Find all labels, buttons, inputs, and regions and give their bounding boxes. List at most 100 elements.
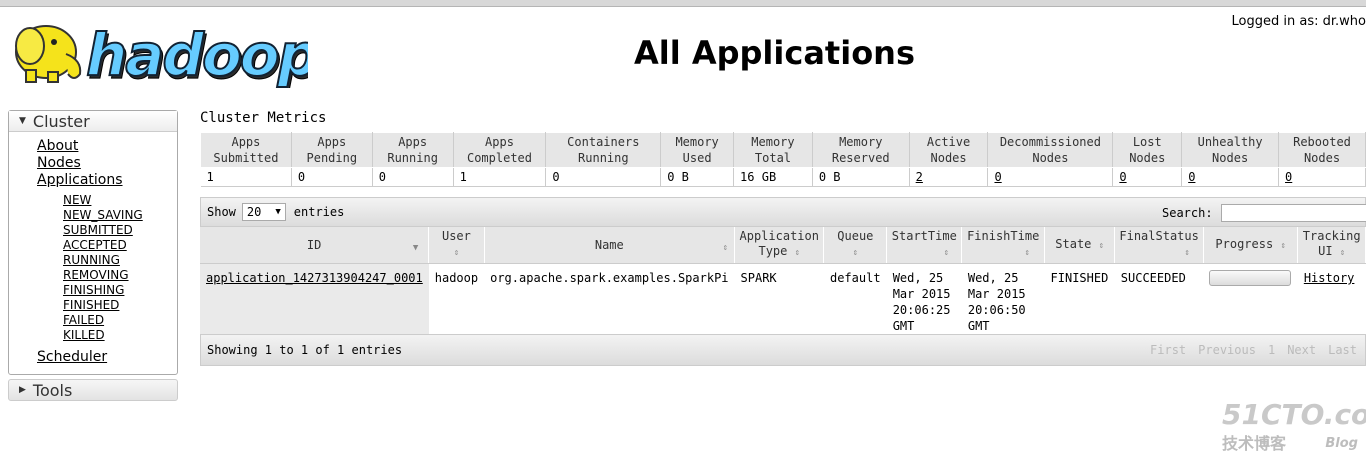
column-progress[interactable]: Progress ⇕ (1203, 227, 1299, 264)
column-finish-time[interactable]: FinishTime ⇕ (961, 227, 1046, 264)
column-application-type[interactable]: Application Type ⇕ (734, 227, 825, 264)
pagination: First Previous 1 Next Last (1150, 343, 1357, 357)
watermark: 51CTO.com 技术博客 Blog (1222, 398, 1366, 460)
cell-final-status: SUCCEEDED (1120, 271, 1186, 285)
nav-applications-link[interactable]: Applications (37, 172, 177, 189)
sort-icon: ⇕ (1024, 248, 1030, 258)
column-user[interactable]: User ⇕ (428, 227, 485, 264)
nav-scheduler-link[interactable]: Scheduler (37, 349, 177, 366)
metric-header: Memory Used (660, 132, 735, 168)
app-state-list: NEW NEW_SAVING SUBMITTED ACCEPTED RUNNIN… (37, 189, 177, 349)
watermark-blog: Blog (1325, 436, 1358, 451)
metric-memory-used: 0 B (660, 167, 735, 187)
search-input[interactable] (1220, 204, 1366, 222)
triangle-down-icon: ▼ (19, 116, 26, 126)
state-running-link[interactable]: RUNNING (63, 253, 177, 268)
entries-label: entries (293, 205, 345, 219)
dropdown-arrow-icon: ▼ (275, 207, 281, 217)
datatable-footer: Showing 1 to 1 of 1 entries First Previo… (200, 334, 1366, 366)
metric-apps-completed: 1 (453, 167, 547, 187)
sidebar: ▼ Cluster About Nodes Applications NEW N… (8, 110, 178, 401)
sort-icon: ⇕ (1184, 248, 1190, 258)
application-id-link[interactable]: application_1427313904247_0001 (206, 271, 423, 285)
nav-nodes-link[interactable]: Nodes (37, 155, 177, 172)
metric-header: Lost Nodes (1112, 132, 1183, 168)
state-failed-link[interactable]: FAILED (63, 313, 177, 328)
state-finishing-link[interactable]: FINISHING (63, 283, 177, 298)
state-accepted-link[interactable]: ACCEPTED (63, 238, 177, 253)
search-label: Search: (1162, 206, 1213, 220)
state-new-saving-link[interactable]: NEW_SAVING (63, 208, 177, 223)
pager-first-button[interactable]: First (1150, 343, 1186, 357)
unhealthy-nodes-link[interactable]: 0 (1188, 170, 1195, 184)
applications-table: ID ▼ User ⇕ Name ⇕ Application Type ⇕ Queue ⇕… (200, 227, 1366, 334)
decommissioned-nodes-link[interactable]: 0 (994, 170, 1001, 184)
cell-progress (1203, 264, 1297, 335)
cluster-menu-header[interactable]: ▼ Cluster (9, 111, 177, 132)
pager-previous-button[interactable]: Previous (1198, 343, 1256, 357)
nav-about-link[interactable]: About (37, 138, 177, 155)
column-final-status[interactable]: FinalStatus ⇕ (1114, 227, 1204, 264)
metric-apps-submitted: 1 (200, 167, 292, 187)
search-box: Search: (1162, 204, 1366, 222)
metric-header: Memory Total (733, 132, 813, 168)
column-start-time[interactable]: StartTime ⇕ (886, 227, 963, 264)
state-killed-link[interactable]: KILLED (63, 328, 177, 343)
logged-in-status: Logged in as: dr.who (1231, 14, 1366, 29)
state-finished-link[interactable]: FINISHED (63, 298, 177, 313)
hadoop-logo: hadoop hadoop (8, 12, 322, 93)
cell-finish-time: Wed, 25 Mar 2015 20:06:50 GMT (967, 271, 1026, 333)
triangle-right-icon: ▶ (19, 385, 26, 395)
sort-icon: ⇕ (722, 243, 729, 253)
watermark-site: 51CTO.com (1222, 398, 1366, 431)
cell-id: application_1427313904247_0001 (200, 263, 429, 334)
pager-last-button[interactable]: Last (1328, 343, 1357, 357)
sort-icon: ⇕ (1339, 248, 1346, 258)
cluster-menu: ▼ Cluster About Nodes Applications NEW N… (8, 110, 178, 375)
metric-header: Rebooted Nodes (1278, 132, 1366, 168)
metric-header: Apps Running (371, 132, 454, 168)
sort-icon: ⇕ (453, 248, 460, 258)
metric-lost-nodes: 0 (1112, 167, 1183, 187)
metric-active-nodes: 2 (909, 167, 989, 187)
column-state[interactable]: State ⇕ (1044, 227, 1116, 264)
metric-containers-running: 0 (545, 167, 662, 187)
column-name[interactable]: Name ⇕ (484, 227, 736, 264)
column-queue[interactable]: Queue ⇕ (823, 227, 888, 264)
sort-icon: ⇕ (943, 248, 949, 258)
state-submitted-link[interactable]: SUBMITTED (63, 223, 177, 238)
progress-bar (1209, 270, 1292, 286)
metric-header: Memory Reserved (811, 132, 910, 168)
metric-decommissioned-nodes: 0 (987, 167, 1114, 187)
active-nodes-link[interactable]: 2 (916, 170, 923, 184)
cell-tracking-ui: History (1298, 264, 1366, 335)
state-removing-link[interactable]: REMOVING (63, 268, 177, 283)
metric-header: Apps Submitted (200, 132, 292, 168)
tools-menu-header[interactable]: ▶ Tools (8, 379, 178, 401)
showing-info: Showing 1 to 1 of 1 entries (207, 343, 403, 357)
sort-icon: ⇕ (1280, 240, 1286, 251)
cell-user: hadoop (434, 271, 479, 285)
rebooted-nodes-link[interactable]: 0 (1285, 170, 1292, 184)
page-title: All Applications (634, 34, 915, 72)
entries-select[interactable]: 20 ▼ (241, 203, 286, 221)
sort-icon: ⇕ (852, 248, 859, 258)
cluster-metrics-title: Cluster Metrics (200, 110, 327, 126)
cell-state: FINISHED (1050, 271, 1109, 285)
metric-apps-running: 0 (372, 167, 454, 187)
sort-icon: ⇕ (1098, 240, 1105, 251)
pager-next-button[interactable]: Next (1287, 343, 1316, 357)
lost-nodes-link[interactable]: 0 (1119, 170, 1126, 184)
sort-icon: ⇕ (794, 248, 801, 258)
column-tracking-ui[interactable]: Tracking UI ⇕ (1297, 227, 1366, 264)
cell-queue: default (829, 271, 881, 285)
state-new-link[interactable]: NEW (63, 193, 177, 208)
main-content: Cluster Metrics Apps Submitted Apps Pendin… (200, 110, 1366, 366)
column-id[interactable]: ID ▼ (200, 227, 430, 264)
entries-count: 20 (246, 205, 262, 219)
history-link[interactable]: History (1304, 271, 1355, 285)
table-row: application_1427313904247_0001 hadoop or… (200, 263, 1366, 335)
cell-name: org.apache.spark.examples.SparkPi (490, 271, 729, 285)
pager-page-1-button[interactable]: 1 (1268, 343, 1275, 357)
cluster-metrics-table: Apps Submitted Apps Pending Apps Running Ap… (200, 132, 1366, 187)
